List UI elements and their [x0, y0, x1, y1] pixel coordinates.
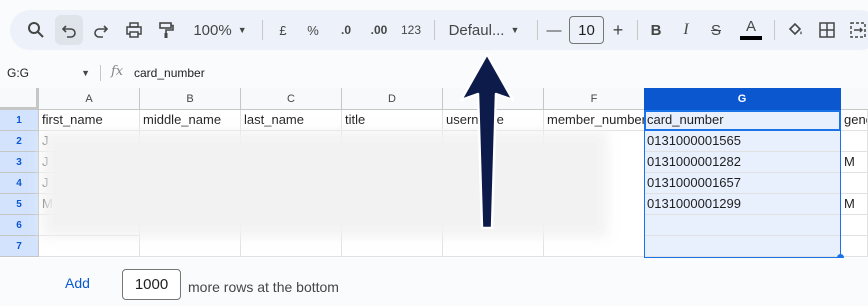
cell-g2[interactable]: 0131000001565 — [644, 131, 841, 152]
cell-h1[interactable]: gender — [841, 110, 868, 131]
cell-a7[interactable] — [39, 236, 140, 257]
column-header-d[interactable]: D — [342, 88, 443, 110]
cell-g4[interactable]: 0131000001657 — [644, 173, 841, 194]
cell-g7[interactable] — [644, 236, 841, 257]
column-header-b[interactable]: B — [140, 88, 241, 110]
plus-icon: + — [612, 19, 624, 40]
cell-g5[interactable]: 0131000001299 — [644, 194, 841, 215]
bold-button[interactable]: B — [644, 10, 668, 50]
row-header-3[interactable]: 3 — [0, 152, 39, 173]
merge-cells-icon[interactable] — [846, 10, 868, 50]
cell-h3[interactable]: M — [841, 152, 868, 173]
decrease-font-size-button[interactable]: — — [544, 10, 564, 50]
cell-b1[interactable]: middle_name — [140, 110, 241, 131]
decrease-decimal-label: .0 — [340, 23, 351, 37]
cell-h4[interactable] — [841, 173, 868, 194]
row-header-4[interactable]: 4 — [0, 173, 39, 194]
text-color-swatch — [740, 36, 762, 40]
format-currency-button[interactable]: £ — [270, 10, 296, 50]
column-header-a[interactable]: A — [39, 88, 140, 110]
column-header-f[interactable]: F — [544, 88, 645, 110]
row-header-7[interactable]: 7 — [0, 236, 39, 257]
print-icon[interactable] — [120, 10, 148, 50]
cell-g3[interactable]: 0131000001282 — [644, 152, 841, 173]
row-header-6[interactable]: 6 — [0, 215, 39, 236]
increase-decimal-label: .00 — [370, 23, 388, 37]
undo-icon[interactable] — [55, 15, 83, 45]
fx-icon: fx — [111, 64, 124, 79]
zoom-value: 100% — [193, 21, 232, 39]
column-header-g[interactable]: G — [644, 88, 841, 110]
rows-hint-text: more rows at the bottom — [188, 279, 339, 295]
cell-h7[interactable] — [841, 236, 868, 257]
divider — [100, 65, 101, 81]
rows-count-value: 1000 — [134, 276, 169, 293]
cell-a1[interactable]: first_name — [39, 110, 140, 131]
paint-format-icon[interactable] — [152, 10, 180, 50]
increase-decimal-button[interactable]: .00 — [364, 10, 394, 50]
sheet-grid: A B C D E F G 1 2 3 4 5 6 7 first_name m… — [0, 88, 868, 258]
currency-label: £ — [279, 22, 287, 38]
borders-icon[interactable] — [814, 10, 840, 50]
bold-icon: B — [650, 21, 662, 39]
minus-icon: — — [546, 21, 562, 39]
cell-g6[interactable] — [644, 215, 841, 236]
divider — [434, 20, 435, 40]
name-box[interactable]: G:G ▼ — [0, 60, 98, 86]
cell-h5[interactable]: M — [841, 194, 868, 215]
select-all-corner[interactable] — [0, 88, 39, 110]
format-percent-button[interactable]: % — [300, 10, 326, 50]
cell-h6[interactable] — [841, 215, 868, 236]
add-rows-button[interactable]: Add — [65, 275, 90, 291]
divider — [774, 20, 775, 40]
search-menus-icon[interactable] — [22, 10, 50, 50]
cell-f1[interactable]: member_number — [544, 110, 645, 131]
divider — [262, 20, 263, 40]
fill-color-icon[interactable] — [782, 10, 808, 50]
column-header-h[interactable] — [841, 88, 868, 110]
font-value: Defaul... — [448, 21, 505, 39]
divider — [537, 20, 538, 40]
chevron-down-icon: ▼ — [81, 68, 90, 78]
add-rows-bar: Add 1000 more rows at the bottom — [0, 258, 868, 306]
text-color-button[interactable]: A — [737, 10, 765, 50]
italic-button[interactable]: I — [674, 10, 698, 50]
row-header-5[interactable]: 5 — [0, 194, 39, 215]
text-color-icon: A — [745, 18, 756, 35]
cell-g1[interactable]: card_number — [644, 110, 841, 131]
chevron-down-icon: ▼ — [510, 25, 520, 35]
formula-input[interactable]: card_number — [134, 66, 205, 80]
toolbar: 100% ▼ £ % .0 .00 123 Defaul... ▼ — 10 + — [10, 10, 868, 50]
formula-bar: G:G ▼ fx card_number — [0, 60, 868, 86]
strikethrough-button[interactable]: S — [704, 10, 728, 50]
number-format-label: 123 — [400, 23, 422, 37]
row-header-2[interactable]: 2 — [0, 131, 39, 152]
spreadsheet-window: 100% ▼ £ % .0 .00 123 Defaul... ▼ — 10 + — [0, 0, 868, 306]
more-formats-button[interactable]: 123 — [398, 10, 424, 50]
increase-font-size-button[interactable]: + — [608, 10, 628, 50]
rows-count-input[interactable]: 1000 — [122, 269, 181, 300]
chevron-down-icon: ▼ — [237, 25, 247, 35]
redacted-region — [42, 131, 608, 237]
font-size-input[interactable]: 10 — [569, 16, 604, 44]
annotation-arrow-icon — [459, 52, 515, 230]
row-header-1[interactable]: 1 — [0, 110, 39, 131]
strikethrough-icon: S — [710, 21, 721, 39]
redo-icon[interactable] — [87, 10, 115, 50]
percent-label: % — [307, 22, 319, 38]
zoom-select[interactable]: 100% ▼ — [188, 10, 252, 50]
cell-c1[interactable]: last_name — [241, 110, 342, 131]
font-size-value: 10 — [578, 21, 595, 39]
column-header-c[interactable]: C — [241, 88, 342, 110]
italic-icon: I — [683, 21, 689, 38]
cell-d1[interactable]: title — [342, 110, 443, 131]
cell-h2[interactable] — [841, 131, 868, 152]
decrease-decimal-button[interactable]: .0 — [332, 10, 360, 50]
divider — [637, 20, 638, 40]
name-box-value: G:G — [7, 66, 30, 80]
